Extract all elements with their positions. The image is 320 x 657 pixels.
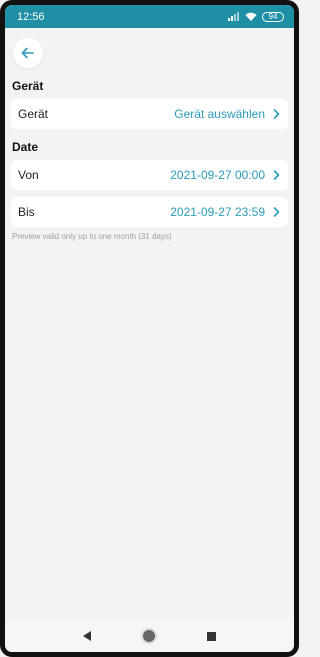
date-from-value-group: 2021-09-27 00:00: [170, 168, 280, 182]
status-bar: 12:56 94: [5, 5, 294, 28]
device-row-value: Gerät auswählen: [174, 107, 265, 121]
nav-back-icon[interactable]: [83, 631, 91, 641]
device-row-value-group: Gerät auswählen: [174, 107, 280, 121]
date-from-value: 2021-09-27 00:00: [170, 168, 265, 182]
status-icons: 94: [228, 11, 284, 22]
date-to-value: 2021-09-27 23:59: [170, 205, 265, 219]
device-select-row[interactable]: Gerät Gerät auswählen: [11, 99, 288, 129]
battery-icon: 94: [262, 11, 284, 22]
date-to-label: Bis: [18, 205, 35, 219]
date-to-value-group: 2021-09-27 23:59: [170, 205, 280, 219]
nav-home-icon[interactable]: [143, 630, 155, 642]
device-section-title: Gerät: [12, 79, 44, 93]
system-nav-bar: [5, 620, 294, 652]
date-to-row[interactable]: Bis 2021-09-27 23:59: [11, 197, 288, 227]
main-content: Gerät Gerät Gerät auswählen Date Von 202…: [5, 38, 294, 241]
status-time: 12:56: [17, 10, 45, 23]
chevron-right-icon: [273, 207, 280, 217]
device-row-label: Gerät: [18, 107, 49, 121]
signal-icon: [228, 12, 239, 21]
wifi-icon: [245, 12, 257, 21]
chevron-right-icon: [273, 109, 280, 119]
preview-note: Preview valid only up to one month (31 d…: [12, 232, 172, 241]
date-section-title: Date: [12, 140, 39, 154]
back-button[interactable]: [13, 38, 43, 68]
phone-screen: 12:56 94 Gerät Gerät Gerät auswählen Dat…: [0, 0, 299, 657]
chevron-right-icon: [273, 170, 280, 180]
date-from-label: Von: [18, 168, 39, 182]
date-from-row[interactable]: Von 2021-09-27 00:00: [11, 160, 288, 190]
back-arrow-icon: [21, 47, 34, 59]
nav-recent-icon[interactable]: [207, 631, 216, 641]
